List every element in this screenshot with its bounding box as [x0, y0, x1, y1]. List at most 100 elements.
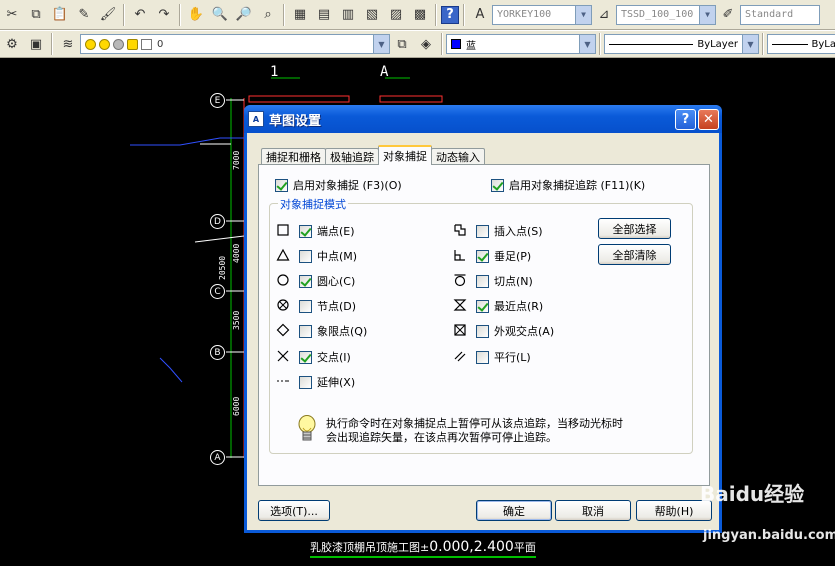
- linetype-combo[interactable]: ByLayer ▼: [604, 34, 759, 54]
- calculator-icon[interactable]: ▩: [409, 4, 431, 26]
- zoom-realtime-icon[interactable]: 🔍: [209, 4, 231, 26]
- dim-style-combo[interactable]: TSSD_100_100 ▼: [616, 4, 716, 25]
- chevron-down-icon[interactable]: ▼: [373, 35, 389, 53]
- dim-text: 20500: [218, 255, 227, 280]
- paste-icon[interactable]: 📋: [49, 4, 71, 26]
- dim-style-icon[interactable]: ⊿: [593, 4, 615, 26]
- make-current-layer-icon[interactable]: ⧉: [391, 33, 413, 55]
- tab-object-snap[interactable]: 对象捕捉: [378, 145, 432, 165]
- snap-mode-row[interactable]: 交点(I): [299, 349, 351, 365]
- snap-mode-row[interactable]: 最近点(R): [476, 298, 543, 314]
- design-center-icon[interactable]: ▤: [313, 4, 335, 26]
- zoom-previous-icon[interactable]: ⌕: [257, 4, 279, 26]
- layer-states-icon[interactable]: ▣: [25, 33, 47, 55]
- dim-text: 4000: [232, 243, 241, 263]
- snap-mode-row[interactable]: 端点(E): [299, 223, 355, 239]
- table-style-combo[interactable]: Standard: [740, 4, 820, 25]
- tool-palettes-icon[interactable]: ▥: [337, 4, 359, 26]
- chevron-down-icon[interactable]: ▼: [575, 5, 591, 24]
- snap-mode-checkbox[interactable]: [299, 224, 312, 238]
- color-combo[interactable]: 蓝 ▼: [446, 34, 596, 54]
- osnap-modes-group: 对象捕捉模式 端点(E) 中点(M) 圆心(C) 节点(D) 象限点(Q) 交点…: [269, 196, 693, 454]
- lineweight-value: ByLa: [811, 38, 835, 50]
- title-close-button[interactable]: ✕: [698, 108, 719, 130]
- dialog-title: 草图设置: [269, 113, 322, 129]
- title-help-button[interactable]: ?: [675, 108, 696, 130]
- snap-mode-row[interactable]: 插入点(S): [476, 223, 543, 239]
- snap-mode-checkbox[interactable]: [299, 324, 312, 338]
- dialog-titlebar[interactable]: A 草图设置 ? ✕: [244, 105, 722, 133]
- zoom-window-icon[interactable]: 🔎: [233, 4, 255, 26]
- snap-mode-row[interactable]: 垂足(P): [476, 248, 531, 264]
- snap-mode-row[interactable]: 延伸(X): [299, 374, 355, 390]
- layer-combo[interactable]: 0 ▼: [80, 34, 390, 54]
- snap-mode-checkbox[interactable]: [299, 249, 312, 263]
- cut-icon[interactable]: ✂: [1, 4, 23, 26]
- chevron-down-icon[interactable]: ▼: [579, 35, 595, 53]
- enable-osnap-checkbox[interactable]: [275, 178, 288, 192]
- standard-toolbar: ✂ ⧉ 📋 ✎ 🖌 ↶ ↷ ✋ 🔍 🔎 ⌕ ▦ ▤ ▥ ▧ ▨ ▩ ? A YO…: [0, 0, 835, 30]
- linetype-value: ByLayer: [697, 38, 738, 50]
- enable-tracking-checkbox[interactable]: [491, 178, 504, 192]
- snap-mode-row[interactable]: 切点(N): [476, 273, 533, 289]
- snap-mode-row[interactable]: 中点(M): [299, 248, 357, 264]
- match-properties-icon[interactable]: ✎: [73, 4, 95, 26]
- snap-mode-checkbox[interactable]: [476, 274, 489, 288]
- dialog-client: 捕捉和栅格 极轴追踪 对象捕捉 动态输入 启用对象捕捉 (F3)(O) 启用对象…: [247, 133, 719, 530]
- snap-mode-checkbox[interactable]: [476, 350, 489, 364]
- node-icon: [274, 296, 292, 314]
- chevron-down-icon[interactable]: ▼: [699, 5, 715, 24]
- tab-dynamic-input[interactable]: 动态输入: [431, 148, 485, 165]
- chevron-down-icon[interactable]: ▼: [742, 35, 758, 53]
- drawing-title-values: 0.000,2.400: [429, 539, 514, 555]
- table-style-icon[interactable]: ✐: [717, 4, 739, 26]
- snap-mode-row[interactable]: 节点(D): [299, 298, 356, 314]
- snap-mode-checkbox[interactable]: [476, 224, 489, 238]
- redo-icon[interactable]: ↷: [153, 4, 175, 26]
- properties-icon[interactable]: ▦: [289, 4, 311, 26]
- options-button[interactable]: 选项(T)...: [258, 500, 330, 521]
- snap-mode-row[interactable]: 外观交点(A): [476, 323, 554, 339]
- clear-all-button[interactable]: 全部清除: [598, 244, 671, 265]
- enable-osnap-row[interactable]: 启用对象捕捉 (F3)(O): [275, 177, 402, 193]
- ok-button[interactable]: 确定: [476, 500, 552, 521]
- snap-mode-checkbox[interactable]: [299, 299, 312, 313]
- cancel-button[interactable]: 取消: [555, 500, 631, 521]
- layers-icon[interactable]: ≋: [57, 33, 79, 55]
- snap-mode-checkbox[interactable]: [299, 274, 312, 288]
- pan-icon[interactable]: ✋: [185, 4, 207, 26]
- toolbar-separator: [599, 33, 601, 55]
- copy-icon[interactable]: ⧉: [25, 4, 47, 26]
- snap-mode-row[interactable]: 象限点(Q): [299, 323, 367, 339]
- sheet-set-icon[interactable]: ▧: [361, 4, 383, 26]
- lineweight-combo[interactable]: ByLa: [767, 34, 835, 54]
- snap-mode-checkbox[interactable]: [476, 299, 489, 313]
- markup-icon[interactable]: ▨: [385, 4, 407, 26]
- snap-mode-checkbox[interactable]: [299, 350, 312, 364]
- layer-manager-icon[interactable]: ⚙: [1, 33, 23, 55]
- layer-previous-icon[interactable]: ◈: [415, 33, 437, 55]
- lightbulb-icon: [296, 414, 318, 444]
- snap-mode-checkbox[interactable]: [299, 375, 312, 389]
- tab-snap-grid[interactable]: 捕捉和栅格: [261, 148, 326, 165]
- drawing-title-prefix: 乳胶漆顶棚吊顶施工图±: [310, 541, 430, 554]
- tracking-info-line2: 会出现追踪矢量，在该点再次暂停可停止追踪。: [326, 431, 557, 444]
- snap-mode-row[interactable]: 圆心(C): [299, 273, 355, 289]
- text-style-combo[interactable]: YORKEY100 ▼: [492, 4, 592, 25]
- text-style-icon[interactable]: A: [469, 4, 491, 26]
- brush-icon[interactable]: 🖌: [97, 4, 119, 26]
- undo-icon[interactable]: ↶: [129, 4, 151, 26]
- enable-tracking-row[interactable]: 启用对象捕捉追踪 (F11)(K): [491, 177, 645, 193]
- toolbar-separator: [762, 33, 764, 55]
- sun-icon: [99, 38, 110, 50]
- dim-style-value: TSSD_100_100: [621, 9, 694, 20]
- snap-mode-checkbox[interactable]: [476, 324, 489, 338]
- tab-polar-tracking[interactable]: 极轴追踪: [325, 148, 379, 165]
- select-all-button[interactable]: 全部选择: [598, 218, 671, 239]
- object-snap-panel: 启用对象捕捉 (F3)(O) 启用对象捕捉追踪 (F11)(K) 对象捕捉模式 …: [258, 164, 710, 486]
- snap-mode-checkbox[interactable]: [476, 249, 489, 263]
- help-icon[interactable]: ?: [441, 5, 459, 24]
- snap-mode-label: 圆心(C): [317, 275, 356, 288]
- snap-mode-row[interactable]: 平行(L): [476, 349, 531, 365]
- axis-bubble: C: [210, 284, 225, 299]
